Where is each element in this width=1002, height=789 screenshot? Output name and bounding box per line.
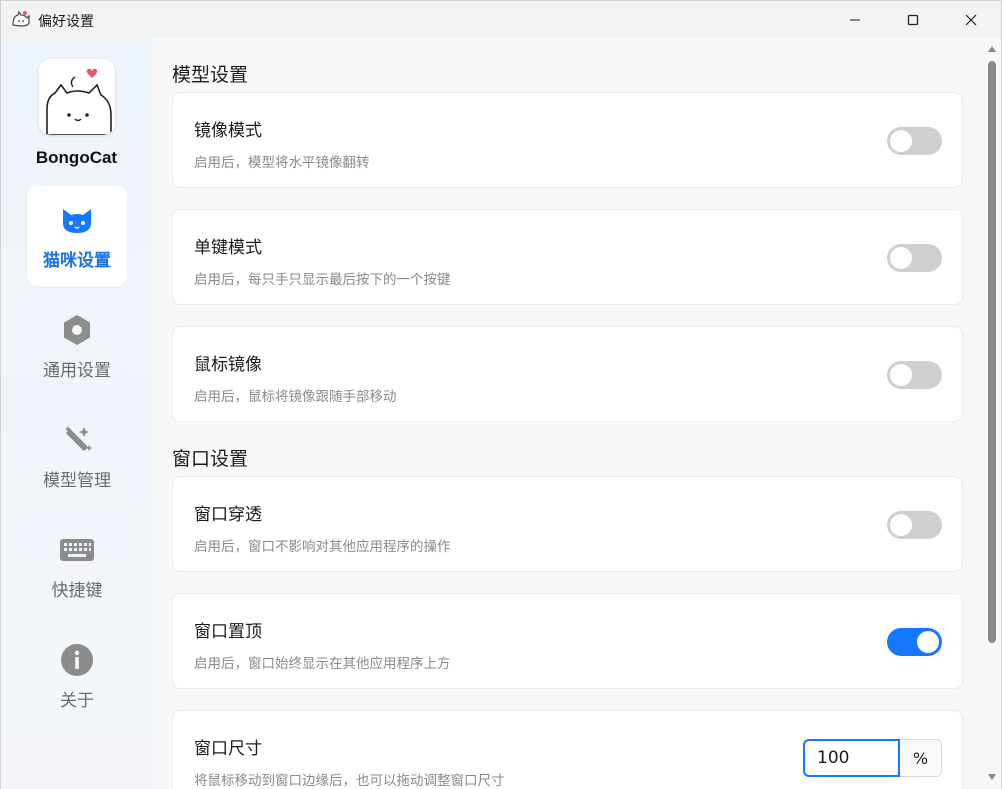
info-icon: [59, 642, 95, 678]
app-name: BongoCat: [35, 148, 118, 167]
preferences-window: 偏好设置 BongoCat 猫咪设置 通用设置 模型管理 快捷键 关于 模型设置…: [0, 0, 1002, 789]
scroll-down-arrow-icon[interactable]: [988, 774, 996, 780]
sidebar-item-label: 通用设置: [43, 360, 111, 381]
setting-card-click-through: 窗口穿透 启用后，窗口不影响对其他应用程序的操作: [172, 476, 963, 572]
percent-suffix: %: [900, 739, 942, 777]
section-title-model: 模型设置: [172, 64, 249, 86]
close-button[interactable]: [942, 1, 1000, 38]
sidebar-item-cat-settings[interactable]: 猫咪设置: [27, 186, 127, 286]
setting-card-window-size: 窗口尺寸 将鼠标移动到窗口边缘后，也可以拖动调整窗口尺寸 100 %: [172, 710, 963, 789]
setting-description: 启用后，鼠标将镜像跟随手部移动: [194, 389, 397, 405]
app-logo-icon: [11, 10, 31, 28]
maximize-icon: [907, 14, 919, 25]
sidebar-item-label: 快捷键: [51, 580, 103, 601]
title-bar[interactable]: 偏好设置: [1, 1, 1001, 38]
sidebar: BongoCat 猫咪设置 通用设置 模型管理 快捷键 关于: [1, 38, 152, 789]
sidebar-item-label: 猫咪设置: [43, 250, 111, 271]
sidebar-item-general-settings[interactable]: 通用设置: [27, 296, 127, 396]
minimize-icon: [850, 19, 860, 20]
app-logo: [39, 59, 115, 135]
setting-title: 鼠标镜像: [194, 355, 262, 375]
scrollbar-thumb[interactable]: [988, 61, 996, 643]
window-size-input-group: 100 %: [803, 739, 942, 777]
sidebar-item-model-management[interactable]: 模型管理: [27, 406, 127, 506]
setting-title: 镜像模式: [194, 121, 262, 141]
scroll-up-arrow-icon[interactable]: [988, 46, 996, 52]
vertical-scrollbar[interactable]: [986, 41, 998, 786]
sidebar-item-about[interactable]: 关于: [27, 626, 127, 726]
minimize-button[interactable]: [826, 1, 884, 38]
sidebar-item-shortcuts[interactable]: 快捷键: [27, 516, 127, 616]
window-title: 偏好设置: [38, 14, 94, 30]
setting-description: 启用后，窗口始终显示在其他应用程序上方: [194, 656, 451, 672]
setting-title: 窗口尺寸: [194, 739, 262, 759]
setting-title: 窗口置顶: [194, 622, 262, 642]
toggle-knob: [890, 514, 912, 536]
setting-card-mirror-mode: 镜像模式 启用后，模型将水平镜像翻转: [172, 92, 963, 188]
hexagon-settings-icon: [59, 312, 95, 348]
toggle-knob: [890, 247, 912, 269]
close-icon: [965, 14, 977, 25]
cat-icon: [59, 202, 95, 238]
setting-card-single-key-mode: 单键模式 启用后，每只手只显示最后按下的一个按键: [172, 209, 963, 305]
click-through-toggle[interactable]: [887, 511, 942, 539]
window-size-input[interactable]: 100: [803, 739, 900, 777]
toggle-knob: [890, 364, 912, 386]
magic-wand-icon: [59, 422, 95, 458]
maximize-button[interactable]: [884, 1, 942, 38]
always-on-top-toggle[interactable]: [887, 628, 942, 656]
setting-description: 启用后，每只手只显示最后按下的一个按键: [194, 272, 451, 288]
toggle-knob: [917, 631, 939, 653]
setting-card-mouse-mirror: 鼠标镜像 启用后，鼠标将镜像跟随手部移动: [172, 326, 963, 422]
settings-content: 模型设置 镜像模式 启用后，模型将水平镜像翻转 单键模式 启用后，每只手只显示最…: [152, 38, 1001, 789]
mouse-mirror-toggle[interactable]: [887, 361, 942, 389]
sidebar-item-label: 关于: [60, 690, 94, 711]
toggle-knob: [890, 130, 912, 152]
sidebar-item-label: 模型管理: [43, 470, 111, 491]
keyboard-icon: [59, 532, 95, 568]
setting-description: 启用后，窗口不影响对其他应用程序的操作: [194, 539, 451, 555]
single-key-mode-toggle[interactable]: [887, 244, 942, 272]
setting-card-always-on-top: 窗口置顶 启用后，窗口始终显示在其他应用程序上方: [172, 593, 963, 689]
mirror-mode-toggle[interactable]: [887, 127, 942, 155]
setting-description: 启用后，模型将水平镜像翻转: [194, 155, 370, 171]
setting-title: 窗口穿透: [194, 505, 262, 525]
bongo-cat-logo-icon: [39, 59, 115, 135]
setting-title: 单键模式: [194, 238, 262, 258]
section-title-window: 窗口设置: [172, 448, 249, 470]
setting-description: 将鼠标移动到窗口边缘后，也可以拖动调整窗口尺寸: [194, 773, 505, 789]
